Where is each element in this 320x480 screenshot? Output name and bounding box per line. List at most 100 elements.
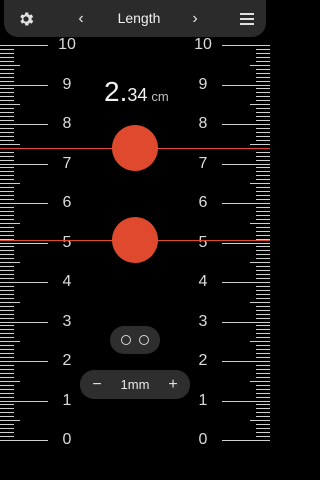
ruler-tick	[256, 159, 270, 161]
ruler-tick	[0, 305, 14, 307]
menu-button[interactable]	[235, 0, 259, 37]
ruler-tick	[250, 262, 270, 264]
ruler-tick	[0, 341, 20, 343]
ruler-tick	[0, 250, 14, 252]
measurement-readout: 2.34 cm	[104, 76, 169, 110]
ruler-tick	[0, 337, 14, 339]
step-size-control: − 1mm +	[80, 370, 190, 399]
upper-drag-handle[interactable]	[112, 124, 158, 171]
ruler-tick	[250, 380, 270, 382]
ruler-tick	[256, 191, 270, 193]
right-ruler-scale	[244, 44, 270, 441]
ruler-tick	[0, 361, 26, 362]
ruler-tick	[256, 100, 270, 102]
measurement-decimal: 34	[127, 85, 148, 105]
ruler-tick	[0, 64, 20, 66]
lower-drag-handle[interactable]	[112, 217, 158, 264]
settings-button[interactable]	[14, 0, 38, 37]
ruler-tick	[256, 195, 270, 197]
scale-label-left: 0	[62, 431, 72, 448]
ruler-tick	[0, 436, 14, 438]
ruler-tick	[0, 396, 14, 398]
ruler-tick	[256, 293, 270, 295]
scale-label-right: 5	[198, 233, 208, 251]
ruler-tick	[0, 349, 14, 351]
major-tick	[26, 45, 48, 46]
ruler-tick	[0, 124, 26, 125]
ruler-tick	[0, 309, 14, 311]
ruler-tick	[0, 195, 14, 197]
ruler-tick	[0, 408, 14, 410]
ruler-tick	[0, 412, 14, 414]
ruler-tick	[256, 56, 270, 58]
ruler-tick	[256, 246, 270, 248]
ruler-tick	[256, 72, 270, 74]
ruler-tick	[0, 440, 26, 441]
ruler-tick	[256, 313, 270, 315]
hamburger-menu-icon	[240, 12, 254, 25]
ruler-tick	[256, 278, 270, 280]
ruler-tick	[256, 289, 270, 291]
ruler-tick	[0, 214, 14, 216]
major-tick	[222, 203, 244, 204]
ruler-tick	[250, 301, 270, 303]
ruler-tick	[256, 88, 270, 90]
ruler-tick	[244, 242, 270, 244]
ruler-tick	[256, 116, 270, 118]
ruler-tick	[0, 432, 14, 434]
ruler-tick	[0, 313, 14, 315]
ruler-tick	[256, 167, 270, 169]
ruler-tick	[256, 131, 270, 133]
ruler-tick	[256, 368, 270, 370]
ruler-tick	[0, 203, 26, 204]
scale-label-left: 8	[62, 115, 72, 132]
ruler-tick	[256, 408, 270, 410]
ruler-tick	[0, 325, 14, 327]
ruler-tick	[256, 436, 270, 438]
major-tick	[26, 163, 48, 165]
major-tick	[222, 321, 244, 323]
next-mode-button[interactable]: ›	[186, 0, 204, 37]
ruler-tick	[0, 266, 14, 268]
ruler-tick	[0, 167, 14, 169]
ruler-tick	[256, 135, 270, 137]
ruler-tick	[0, 242, 26, 244]
ruler-tick	[0, 317, 14, 319]
ruler-tick	[244, 361, 270, 362]
ruler-tick	[0, 353, 14, 355]
ruler-tick	[256, 127, 270, 129]
step-decrease-button[interactable]: −	[84, 370, 110, 399]
ruler-tick	[0, 234, 14, 236]
ruler-tick	[256, 412, 270, 414]
ruler-tick	[0, 135, 14, 137]
ruler-tick	[256, 254, 270, 256]
ruler-tick	[0, 270, 14, 272]
step-size-value: 1mm	[120, 377, 150, 392]
ruler-tick	[256, 250, 270, 252]
ruler-tick	[0, 206, 14, 208]
ruler-tick	[250, 420, 270, 422]
gear-icon	[20, 11, 34, 26]
ruler-tick	[0, 384, 14, 386]
ruler-tick	[256, 337, 270, 339]
ruler-tick	[256, 68, 270, 70]
ruler-tick	[256, 80, 270, 82]
step-increase-button[interactable]: +	[160, 370, 186, 399]
scale-label-right: 6	[198, 194, 208, 211]
ruler-tick	[256, 187, 270, 189]
major-tick	[222, 124, 244, 125]
previous-mode-button[interactable]: ‹	[72, 0, 90, 37]
ruler-tick	[0, 143, 20, 145]
scale-label-left: 7	[62, 154, 72, 172]
scale-label-right: 9	[198, 75, 208, 93]
ruler-tick	[256, 199, 270, 201]
ruler-tick	[0, 372, 14, 374]
ruler-tick	[256, 364, 270, 366]
scale-label-left: 4	[62, 273, 72, 290]
ruler-tick	[0, 357, 14, 359]
ruler-tick	[256, 120, 270, 122]
ruler-tick	[256, 372, 270, 374]
ruler-tick	[256, 230, 270, 232]
ruler-tick	[0, 289, 14, 291]
toggle-view-button[interactable]	[110, 326, 160, 354]
